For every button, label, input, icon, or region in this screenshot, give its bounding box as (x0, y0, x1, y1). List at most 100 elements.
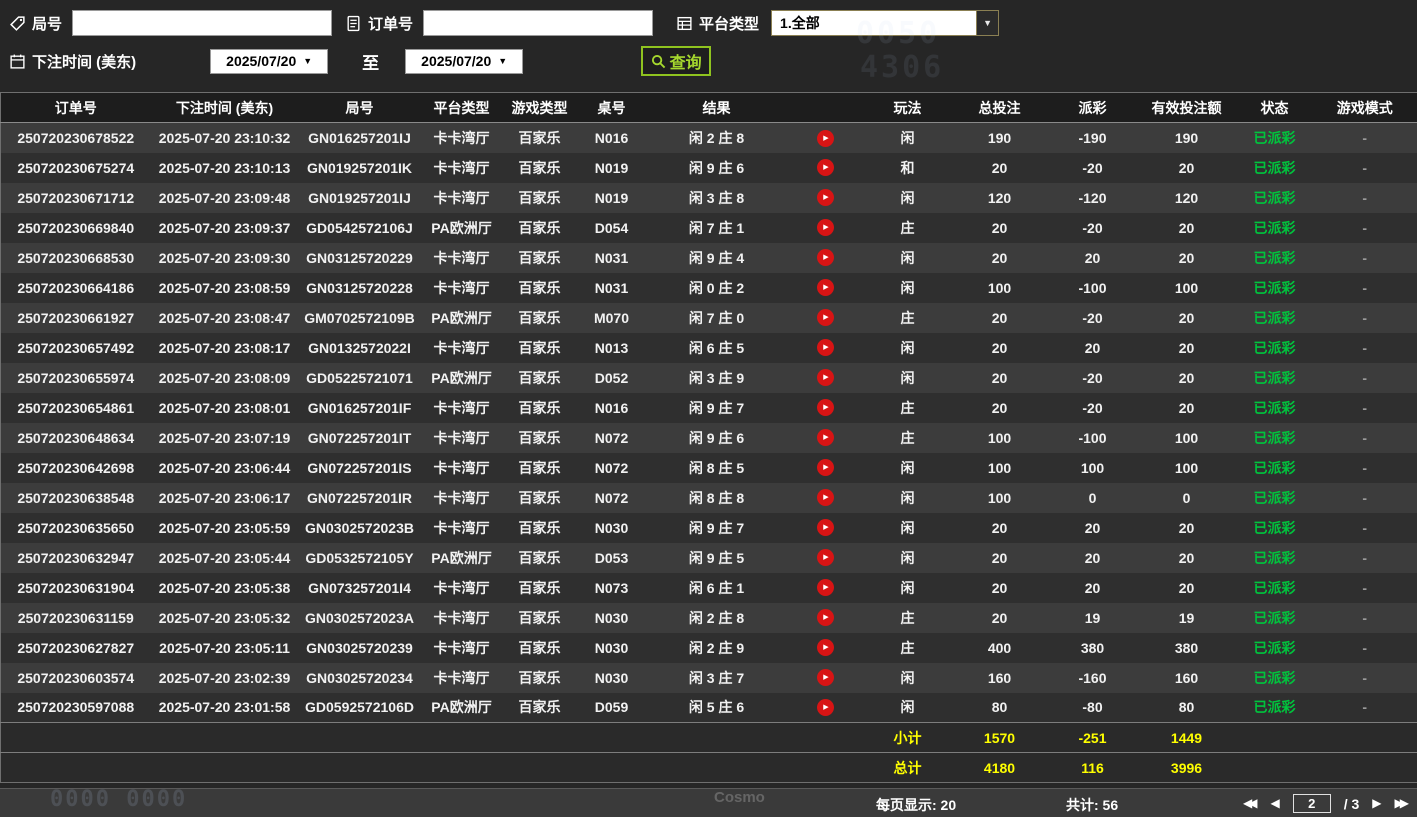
prev-page-button[interactable]: ◀ (1270, 793, 1279, 814)
replay-button[interactable]: ▶ (817, 429, 834, 447)
cell-total-bet: 100 (987, 429, 1012, 446)
cell-game-type: 百家乐 (518, 129, 561, 146)
play-icon: ▶ (823, 284, 829, 292)
query-button[interactable]: 查询 (641, 46, 712, 76)
platform-select-value: 1.全部 (780, 15, 820, 31)
order-input[interactable] (423, 10, 654, 36)
replay-button[interactable]: ▶ (817, 609, 834, 627)
cell-round-number: GM0702572109B (304, 309, 415, 326)
first-page-button[interactable]: ◀◀ (1243, 793, 1258, 814)
cell-round-number: GN03025720234 (306, 669, 413, 686)
cell-replay: ▶ (787, 273, 865, 303)
cell-payout: -20 (1082, 159, 1103, 176)
replay-button[interactable]: ▶ (817, 579, 834, 597)
cell-round-number: GN073257201I4 (308, 579, 411, 596)
table-row: 250720230671712 2025-07-20 23:09:48 GN01… (0, 182, 1417, 213)
cell-total-bet: 80 (991, 699, 1008, 716)
cell-valid-bet: 190 (1174, 129, 1199, 146)
cell-total-bet: 20 (991, 519, 1008, 536)
bet-records-table: 订单号 下注时间 (美东) 局号 平台类型 游戏类型 桌号 结果 玩法 总投注 … (0, 92, 1417, 783)
header-platform: 平台类型 (420, 92, 503, 123)
cell-status: 已派彩 (1253, 519, 1296, 536)
cell-order-number: 250720230678522 (17, 129, 135, 146)
caret-down-icon: ▼ (498, 56, 508, 66)
cell-game-type: 百家乐 (518, 489, 561, 506)
cell-platform-type: PA欧洲厅 (431, 219, 492, 236)
cell-payout: 19 (1084, 609, 1101, 626)
cell-payout: -120 (1078, 189, 1107, 206)
cell-order-number: 250720230597088 (17, 699, 135, 716)
cell-table-number: D052 (594, 369, 629, 386)
replay-button[interactable]: ▶ (817, 219, 834, 237)
replay-button[interactable]: ▶ (817, 159, 834, 177)
replay-button[interactable]: ▶ (817, 519, 834, 537)
play-icon: ▶ (823, 494, 829, 502)
cell-valid-bet: 20 (1178, 339, 1195, 356)
next-page-button[interactable]: ▶ (1372, 793, 1381, 814)
cell-order-number: 250720230657492 (17, 339, 135, 356)
cell-round-number: GN03125720229 (306, 249, 413, 266)
cell-table-number: D054 (594, 219, 629, 236)
cell-result: 闲 9 庄 6 (688, 159, 745, 176)
page-number-input[interactable]: 2 (1292, 794, 1331, 813)
play-icon: ▶ (823, 434, 829, 442)
cell-game-type: 百家乐 (518, 549, 561, 566)
cell-game-mode: - (1362, 399, 1368, 416)
play-icon: ▶ (823, 674, 829, 682)
cell-game-type: 百家乐 (518, 399, 561, 416)
replay-button[interactable]: ▶ (817, 669, 834, 687)
cell-bet-time: 2025-07-20 23:01:58 (158, 699, 291, 716)
play-icon: ▶ (823, 374, 829, 382)
replay-button[interactable]: ▶ (817, 399, 834, 417)
replay-button[interactable]: ▶ (817, 249, 834, 267)
cell-table-number: M070 (593, 309, 630, 326)
table-row: 250720230631904 2025-07-20 23:05:38 GN07… (0, 572, 1417, 603)
replay-button[interactable]: ▶ (817, 369, 834, 387)
table-body: 250720230678522 2025-07-20 23:10:32 GN01… (0, 122, 1417, 723)
replay-button[interactable]: ▶ (817, 639, 834, 657)
cell-result: 闲 3 庄 7 (688, 669, 745, 686)
replay-button[interactable]: ▶ (817, 699, 834, 717)
replay-button[interactable]: ▶ (817, 279, 834, 297)
cell-status: 已派彩 (1253, 699, 1296, 716)
cell-payout: -20 (1082, 399, 1103, 416)
cell-status: 已派彩 (1253, 429, 1296, 446)
round-input[interactable] (72, 10, 333, 36)
replay-button[interactable]: ▶ (817, 189, 834, 207)
cell-total-bet: 190 (987, 129, 1012, 146)
cell-order-number: 250720230603574 (17, 669, 135, 686)
replay-button[interactable]: ▶ (817, 459, 834, 477)
cell-round-number: GN016257201IJ (308, 129, 411, 146)
replay-button[interactable]: ▶ (817, 309, 834, 327)
chevron-down-icon: ▼ (976, 11, 999, 35)
cell-payout: -160 (1078, 669, 1107, 686)
replay-button[interactable]: ▶ (817, 489, 834, 507)
cell-replay: ▶ (787, 663, 865, 693)
replay-button[interactable]: ▶ (817, 339, 834, 357)
cell-play-type: 闲 (900, 459, 915, 476)
cell-order-number: 250720230627827 (17, 639, 135, 656)
cell-platform-type: PA欧洲厅 (431, 369, 492, 386)
table-row: 250720230678522 2025-07-20 23:10:32 GN01… (0, 122, 1417, 153)
cell-game-type: 百家乐 (518, 219, 561, 236)
date-to-picker[interactable]: 2025/07/20 ▼ (405, 48, 524, 74)
play-icon: ▶ (823, 344, 829, 352)
subtotal-valid-bet: 1449 (1170, 729, 1203, 746)
replay-button[interactable]: ▶ (817, 129, 834, 147)
cell-platform-type: PA欧洲厅 (431, 549, 492, 566)
cell-game-type: 百家乐 (518, 159, 561, 176)
cell-game-type: 百家乐 (518, 519, 561, 536)
cell-replay: ▶ (787, 633, 865, 663)
replay-button[interactable]: ▶ (817, 549, 834, 567)
header-valid-bet: 有效投注额 (1136, 92, 1237, 123)
last-page-button[interactable]: ▶▶ (1395, 793, 1410, 814)
tag-icon (8, 14, 27, 33)
cell-bet-time: 2025-07-20 23:05:38 (158, 579, 291, 596)
cell-payout: 380 (1080, 639, 1105, 656)
platform-select[interactable]: 1.全部 ▼ (771, 10, 1000, 36)
date-from-picker[interactable]: 2025/07/20 ▼ (210, 48, 329, 74)
cell-status: 已派彩 (1253, 399, 1296, 416)
filter-row-1: 局号 订单号 平台类型 1.全部 ▼ (8, 8, 1409, 38)
cell-play-type: 闲 (900, 669, 915, 686)
grand-total-valid-bet: 3996 (1170, 759, 1203, 776)
